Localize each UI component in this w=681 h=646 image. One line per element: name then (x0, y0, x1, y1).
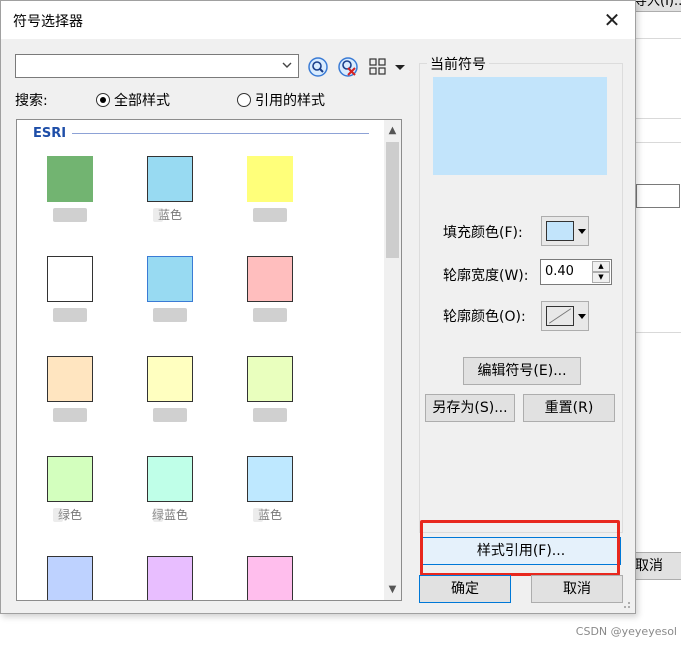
symbol-swatch-label: 绿蓝色 (151, 508, 188, 522)
group-header: ESRI (33, 126, 369, 141)
style-combobox[interactable] (15, 54, 299, 78)
symbol-swatch[interactable] (47, 356, 93, 402)
background-divider (636, 38, 681, 39)
symbol-swatch[interactable] (247, 456, 293, 502)
ok-button[interactable]: 确定 (419, 575, 511, 603)
chevron-down-icon (578, 314, 586, 319)
redacted-label-blur (53, 208, 87, 222)
radio-referenced-styles[interactable]: 引用的样式 (237, 90, 325, 110)
no-color-icon (546, 306, 574, 326)
close-icon: ✕ (603, 8, 621, 32)
watermark-text: CSDN @yeyeyesol (575, 625, 677, 638)
symbol-swatch-label: 蓝色 (257, 508, 282, 522)
save-as-button[interactable]: 另存为(S)... (425, 394, 515, 422)
outline-color-button[interactable] (541, 301, 589, 331)
outline-width-value: 0.40 (545, 264, 574, 279)
clear-search-icon[interactable] (337, 56, 359, 78)
redacted-label-blur (253, 408, 287, 422)
redacted-label-blur (53, 508, 63, 522)
symbol-swatch[interactable] (47, 156, 93, 202)
symbol-swatch[interactable] (247, 256, 293, 302)
symbol-swatch[interactable] (47, 456, 93, 502)
cancel-button[interactable]: 取消 (531, 575, 623, 603)
symbol-swatch[interactable] (247, 356, 293, 402)
fill-color-label: 填充颜色(F): (443, 225, 523, 241)
scroll-up-icon[interactable]: ▲ (384, 122, 401, 139)
close-button[interactable]: ✕ (599, 7, 625, 33)
symbol-selector-dialog: 符号选择器 ✕ 搜索: 全部样式 引用的样式 ESRI 蓝色 绿色 绿蓝色 蓝色… (0, 0, 636, 614)
outline-width-input[interactable]: 0.40 ▲ ▼ (540, 259, 612, 285)
redacted-label-blur (153, 208, 163, 222)
symbol-swatch-label: 绿色 (57, 508, 82, 522)
symbol-swatch[interactable] (147, 256, 193, 302)
symbol-swatch[interactable] (47, 256, 93, 302)
radio-indicator-checked[interactable] (96, 93, 110, 107)
group-header-rule (72, 133, 369, 134)
spin-down-icon[interactable]: ▼ (592, 272, 610, 283)
symbol-swatch[interactable] (147, 556, 193, 600)
highlight-annotation (420, 520, 620, 576)
symbol-swatch[interactable] (147, 456, 193, 502)
edit-symbol-button[interactable]: 编辑符号(E)... (463, 357, 581, 385)
radio-indicator-unchecked[interactable] (237, 93, 251, 107)
radio-all-styles-label: 全部样式 (114, 93, 170, 109)
redacted-label-blur (153, 308, 187, 322)
outline-width-spinner[interactable]: ▲ ▼ (592, 261, 610, 283)
symbol-list[interactable]: ESRI 蓝色 绿色 绿蓝色 蓝色 ▲ ▼ (16, 119, 402, 601)
symbol-swatch-label: 蓝色 (157, 208, 182, 222)
redacted-label-blur (253, 208, 287, 222)
outline-color-label: 轮廓颜色(O): (443, 309, 526, 325)
symbol-swatch[interactable] (147, 156, 193, 202)
group-header-label: ESRI (33, 126, 67, 141)
fill-color-swatch (546, 221, 574, 241)
redacted-label-blur (153, 408, 187, 422)
scroll-down-icon[interactable]: ▼ (384, 581, 401, 598)
spin-up-icon[interactable]: ▲ (592, 261, 610, 272)
current-symbol-label: 当前符号 (427, 54, 489, 74)
redacted-label-blur (53, 308, 87, 322)
scrollbar-thumb[interactable] (386, 142, 399, 258)
background-divider (636, 142, 681, 143)
search-icon[interactable] (307, 56, 329, 78)
symbol-swatch[interactable] (247, 156, 293, 202)
symbol-swatch[interactable] (147, 356, 193, 402)
dialog-title: 符号选择器 (13, 14, 83, 30)
dropdown-arrow-icon[interactable] (393, 56, 407, 78)
redacted-label-blur (253, 308, 287, 322)
redacted-label-blur (153, 508, 163, 522)
radio-referenced-styles-label: 引用的样式 (255, 93, 325, 109)
resize-grip-icon[interactable] (621, 599, 631, 609)
symbol-swatch[interactable] (47, 556, 93, 600)
symbol-preview (433, 77, 607, 175)
redacted-label-blur (53, 408, 87, 422)
vertical-scrollbar[interactable]: ▲ ▼ (384, 120, 401, 600)
outline-width-label: 轮廓宽度(W): (443, 268, 529, 284)
symbol-swatch[interactable] (247, 556, 293, 600)
redacted-label-blur (253, 508, 263, 522)
background-import-button[interactable]: 导入(I)... (630, 0, 681, 12)
background-divider (636, 332, 681, 333)
background-divider (636, 118, 681, 119)
search-label: 搜索: (15, 93, 48, 109)
background-cancel-button[interactable]: 取消 (630, 552, 681, 580)
fill-color-button[interactable] (541, 216, 589, 246)
dialog-titlebar[interactable]: 符号选择器 ✕ (1, 1, 635, 39)
chevron-down-icon (578, 229, 586, 234)
view-options-icon[interactable] (367, 56, 389, 78)
radio-all-styles[interactable]: 全部样式 (96, 90, 170, 110)
chevron-down-icon (282, 62, 292, 68)
reset-button[interactable]: 重置(R) (523, 394, 615, 422)
background-input-field[interactable] (636, 184, 680, 208)
